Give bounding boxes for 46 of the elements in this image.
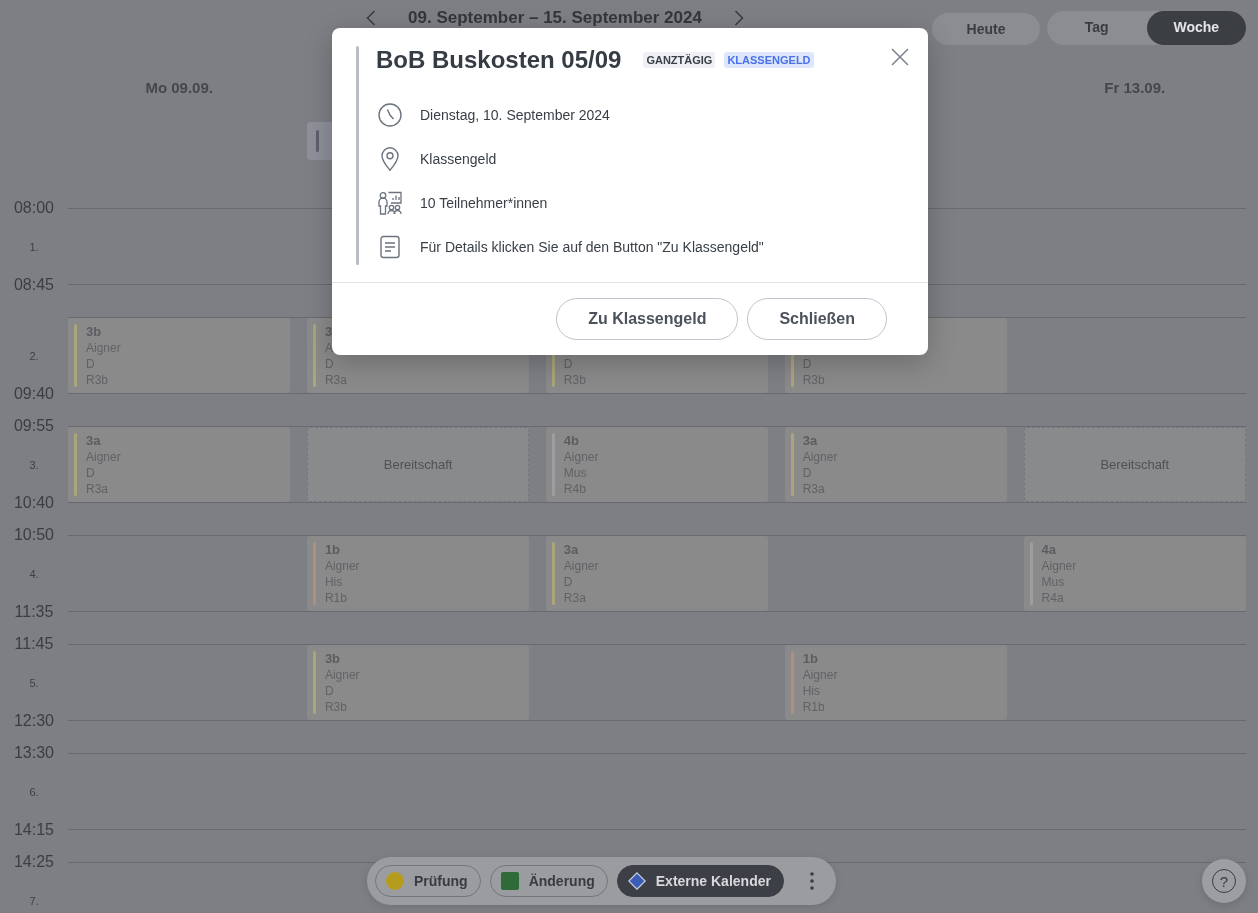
day-header: Fr 13.09.	[1104, 79, 1166, 96]
date-range-title: 09. September – 15. September 2024	[408, 8, 702, 28]
dialog-title: BoB Buskosten 05/09	[376, 46, 622, 74]
period-number: 2.	[29, 349, 39, 362]
period-number: 7.	[29, 894, 39, 907]
today-button[interactable]: Heute	[932, 13, 1040, 45]
standby-slot[interactable]: Bereitschaft	[1023, 427, 1246, 502]
close-icon[interactable]	[891, 48, 909, 66]
view-tab[interactable]: Woche	[1146, 11, 1246, 45]
time-label: 10:40	[13, 494, 54, 512]
time-label: 13:30	[13, 744, 54, 762]
chevron-right-icon[interactable]	[734, 10, 744, 26]
standby-slot[interactable]: Bereitschaft	[306, 427, 530, 502]
time-label: 12:30	[13, 712, 54, 730]
time-label: 11:35	[14, 603, 54, 621]
chevron-left-icon[interactable]	[366, 10, 376, 26]
detail-text: Dienstag, 10. September 2024	[420, 107, 610, 123]
time-label: 08:45	[13, 276, 54, 294]
time-label: 11:45	[14, 635, 54, 653]
filter-chip[interactable]: Externe Kalender	[616, 865, 784, 897]
more-options-icon[interactable]	[809, 872, 814, 890]
clock-icon	[378, 103, 402, 127]
help-button[interactable]: ?	[1202, 859, 1246, 903]
period-number: 1.	[29, 240, 39, 253]
period-number: 5.	[29, 676, 39, 689]
time-label: 10:50	[13, 526, 54, 544]
period-number: 3.	[29, 458, 39, 471]
day-header: Mo 09.09.	[145, 79, 213, 96]
open-button[interactable]: Zu Klassengeld	[556, 298, 739, 340]
people-board-icon	[378, 191, 402, 215]
event-tag: GANZTÄGIG	[643, 52, 716, 68]
period-number: 6.	[29, 785, 39, 798]
time-label: 08:00	[13, 199, 54, 217]
period-number: 4.	[29, 567, 39, 580]
time-label: 14:15	[13, 821, 54, 839]
time-label: 09:40	[13, 385, 54, 403]
location-pin-icon	[378, 147, 402, 171]
detail-text: Für Details klicken Sie auf den Button "Zu Klassengeld"	[420, 239, 764, 255]
time-label: 14:25	[13, 853, 54, 871]
time-label: 09:55	[13, 417, 54, 435]
detail-text: 10 Teilnehmer*innen	[420, 195, 548, 211]
view-tab[interactable]: Tag	[1047, 11, 1147, 45]
event-tag: KLASSENGELD	[724, 52, 814, 68]
document-icon	[378, 235, 402, 259]
detail-text: Klassengeld	[420, 151, 497, 167]
close-button[interactable]: Schließen	[747, 298, 887, 340]
